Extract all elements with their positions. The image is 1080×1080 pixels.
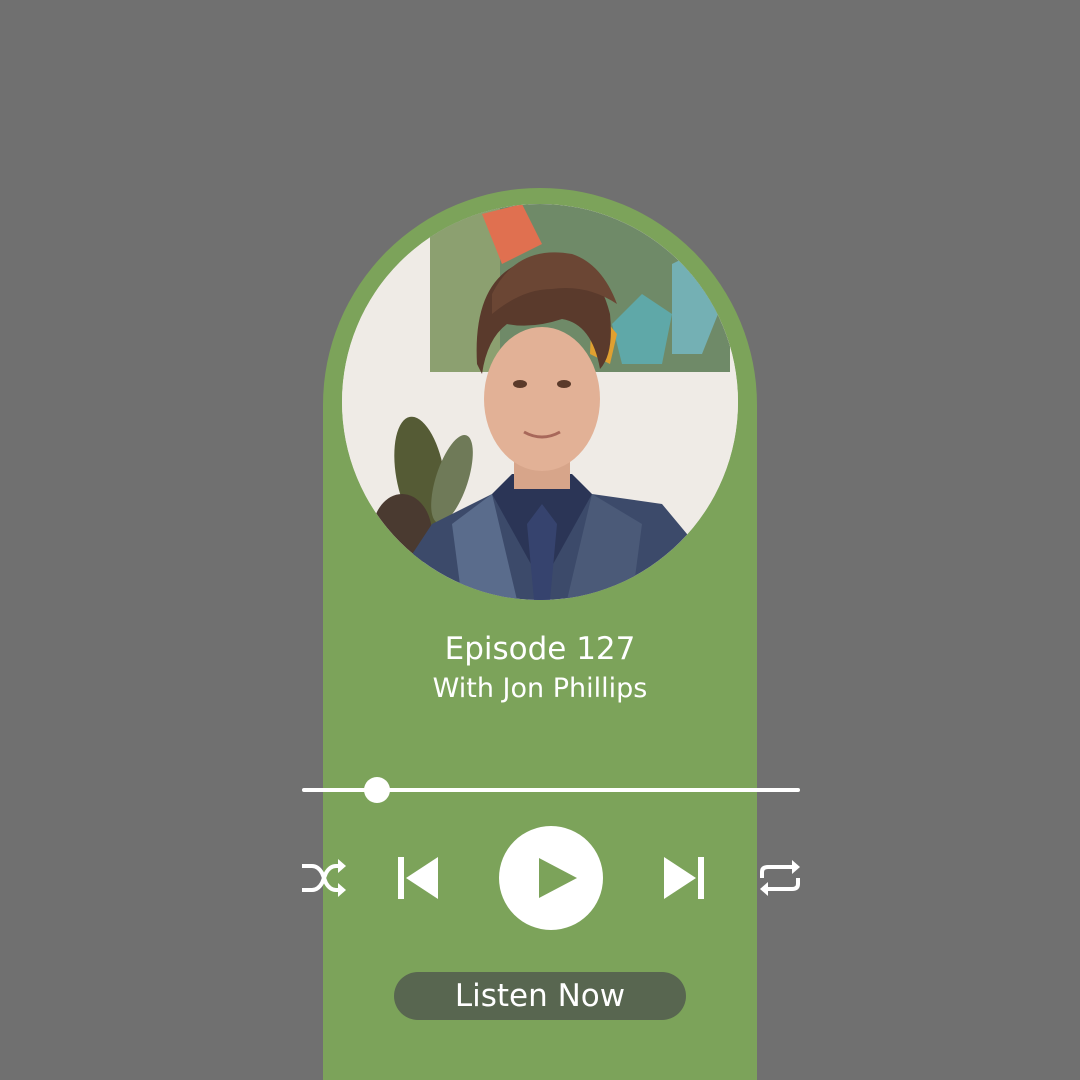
- next-button[interactable]: [662, 856, 706, 900]
- next-icon: [664, 857, 704, 899]
- previous-icon: [398, 857, 438, 899]
- shuffle-icon: [302, 859, 346, 897]
- episode-guest: With Jon Phillips: [432, 673, 648, 704]
- guest-photo: [342, 204, 738, 600]
- shuffle-button[interactable]: [300, 856, 348, 900]
- episode-title: Episode 127: [444, 631, 636, 667]
- play-button[interactable]: [499, 826, 603, 930]
- repeat-icon: [760, 860, 800, 896]
- listen-now-button[interactable]: Listen Now: [394, 972, 686, 1020]
- repeat-button[interactable]: [756, 858, 804, 898]
- play-icon: [539, 858, 577, 898]
- previous-button[interactable]: [396, 856, 440, 900]
- progress-thumb[interactable]: [363, 777, 390, 803]
